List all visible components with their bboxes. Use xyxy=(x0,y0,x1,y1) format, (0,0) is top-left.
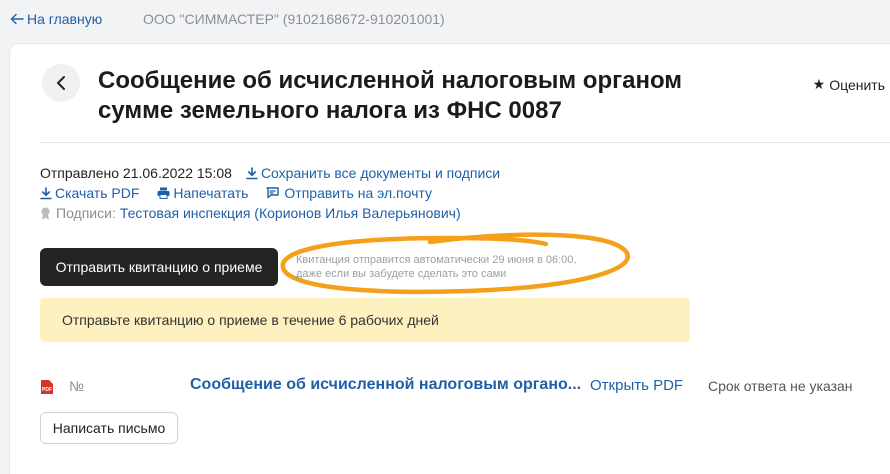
print-link[interactable]: Напечатать xyxy=(157,184,248,202)
print-label: Напечатать xyxy=(173,185,249,201)
document-number-label: № xyxy=(69,378,85,394)
chevron-left-icon xyxy=(55,75,67,91)
page-title: Сообщение об исчисленной налоговым орган… xyxy=(98,67,683,124)
sent-date: Отправлено 21.06.2022 15:08 xyxy=(40,165,232,181)
back-to-home-label: На главную xyxy=(27,11,103,27)
arrow-left-icon xyxy=(10,13,24,25)
save-all-documents-label: Сохранить все документы и подписи xyxy=(260,165,501,181)
sent-info-row: Отправлено 21.06.2022 15:08 Сохранить вс… xyxy=(40,164,500,182)
notice-text: Отправьте квитанцию о приеме в течение 6… xyxy=(62,312,439,328)
printer-icon xyxy=(157,187,170,199)
signatures-row: Подписи: Тестовая инспекция (Корионов Ил… xyxy=(40,204,461,222)
send-email-link[interactable]: Отправить на эл.почту xyxy=(266,184,432,202)
top-bar: На главную ООО "СИММАСТЕР" (9102168672-9… xyxy=(0,0,890,38)
auto-send-hint: Квитанция отправится автоматически 29 ию… xyxy=(296,253,576,281)
download-pdf-link[interactable]: Скачать PDF xyxy=(40,184,139,202)
back-to-home-link[interactable]: На главную xyxy=(10,11,102,27)
signatures-link[interactable]: Тестовая инспекция (Корионов Илья Валерь… xyxy=(120,204,461,222)
send-email-label: Отправить на эл.почту xyxy=(284,185,432,201)
download-pdf-label: Скачать PDF xyxy=(55,185,140,201)
write-letter-button[interactable]: Написать письмо xyxy=(40,412,178,444)
organization-name: ООО "СИММАСТЕР" (9102168672-910201001) xyxy=(143,11,445,27)
rate-button[interactable]: ★ Оценить xyxy=(813,76,885,93)
back-button[interactable] xyxy=(42,64,80,102)
auto-send-hint-line-2: даже если вы забудете сделать это сами xyxy=(296,268,507,280)
document-name-link[interactable]: Сообщение об исчисленной налоговым орган… xyxy=(190,376,581,394)
auto-send-hint-line-1: Квитанция отправится автоматически 29 ию… xyxy=(296,254,577,266)
open-pdf-link[interactable]: Открыть PDF xyxy=(590,377,683,394)
document-card: Сообщение об исчисленной налоговым орган… xyxy=(10,44,890,474)
download-icon xyxy=(246,166,258,180)
seal-icon xyxy=(40,207,51,220)
header-divider xyxy=(40,142,890,143)
save-all-documents-link[interactable]: Сохранить все документы и подписи xyxy=(246,164,500,182)
pdf-badge-text: PDF xyxy=(42,387,52,393)
document-row: PDF № Сообщение об исчисленной налоговым… xyxy=(40,376,890,398)
star-icon: ★ xyxy=(812,76,826,92)
download-icon xyxy=(40,186,52,200)
response-deadline: Срок ответа не указан xyxy=(708,378,853,394)
send-receipt-button[interactable]: Отправить квитанцию о приеме xyxy=(40,248,278,286)
receipt-deadline-notice: Отправьте квитанцию о приеме в течение 6… xyxy=(40,298,690,342)
pdf-file-icon: PDF xyxy=(40,379,54,395)
actions-row: Скачать PDF Напечатать Отправить на эл.п… xyxy=(40,184,432,202)
send-mail-icon xyxy=(266,187,281,199)
signatures-label: Подписи: xyxy=(56,205,116,221)
rate-label: Оценить xyxy=(829,76,885,93)
